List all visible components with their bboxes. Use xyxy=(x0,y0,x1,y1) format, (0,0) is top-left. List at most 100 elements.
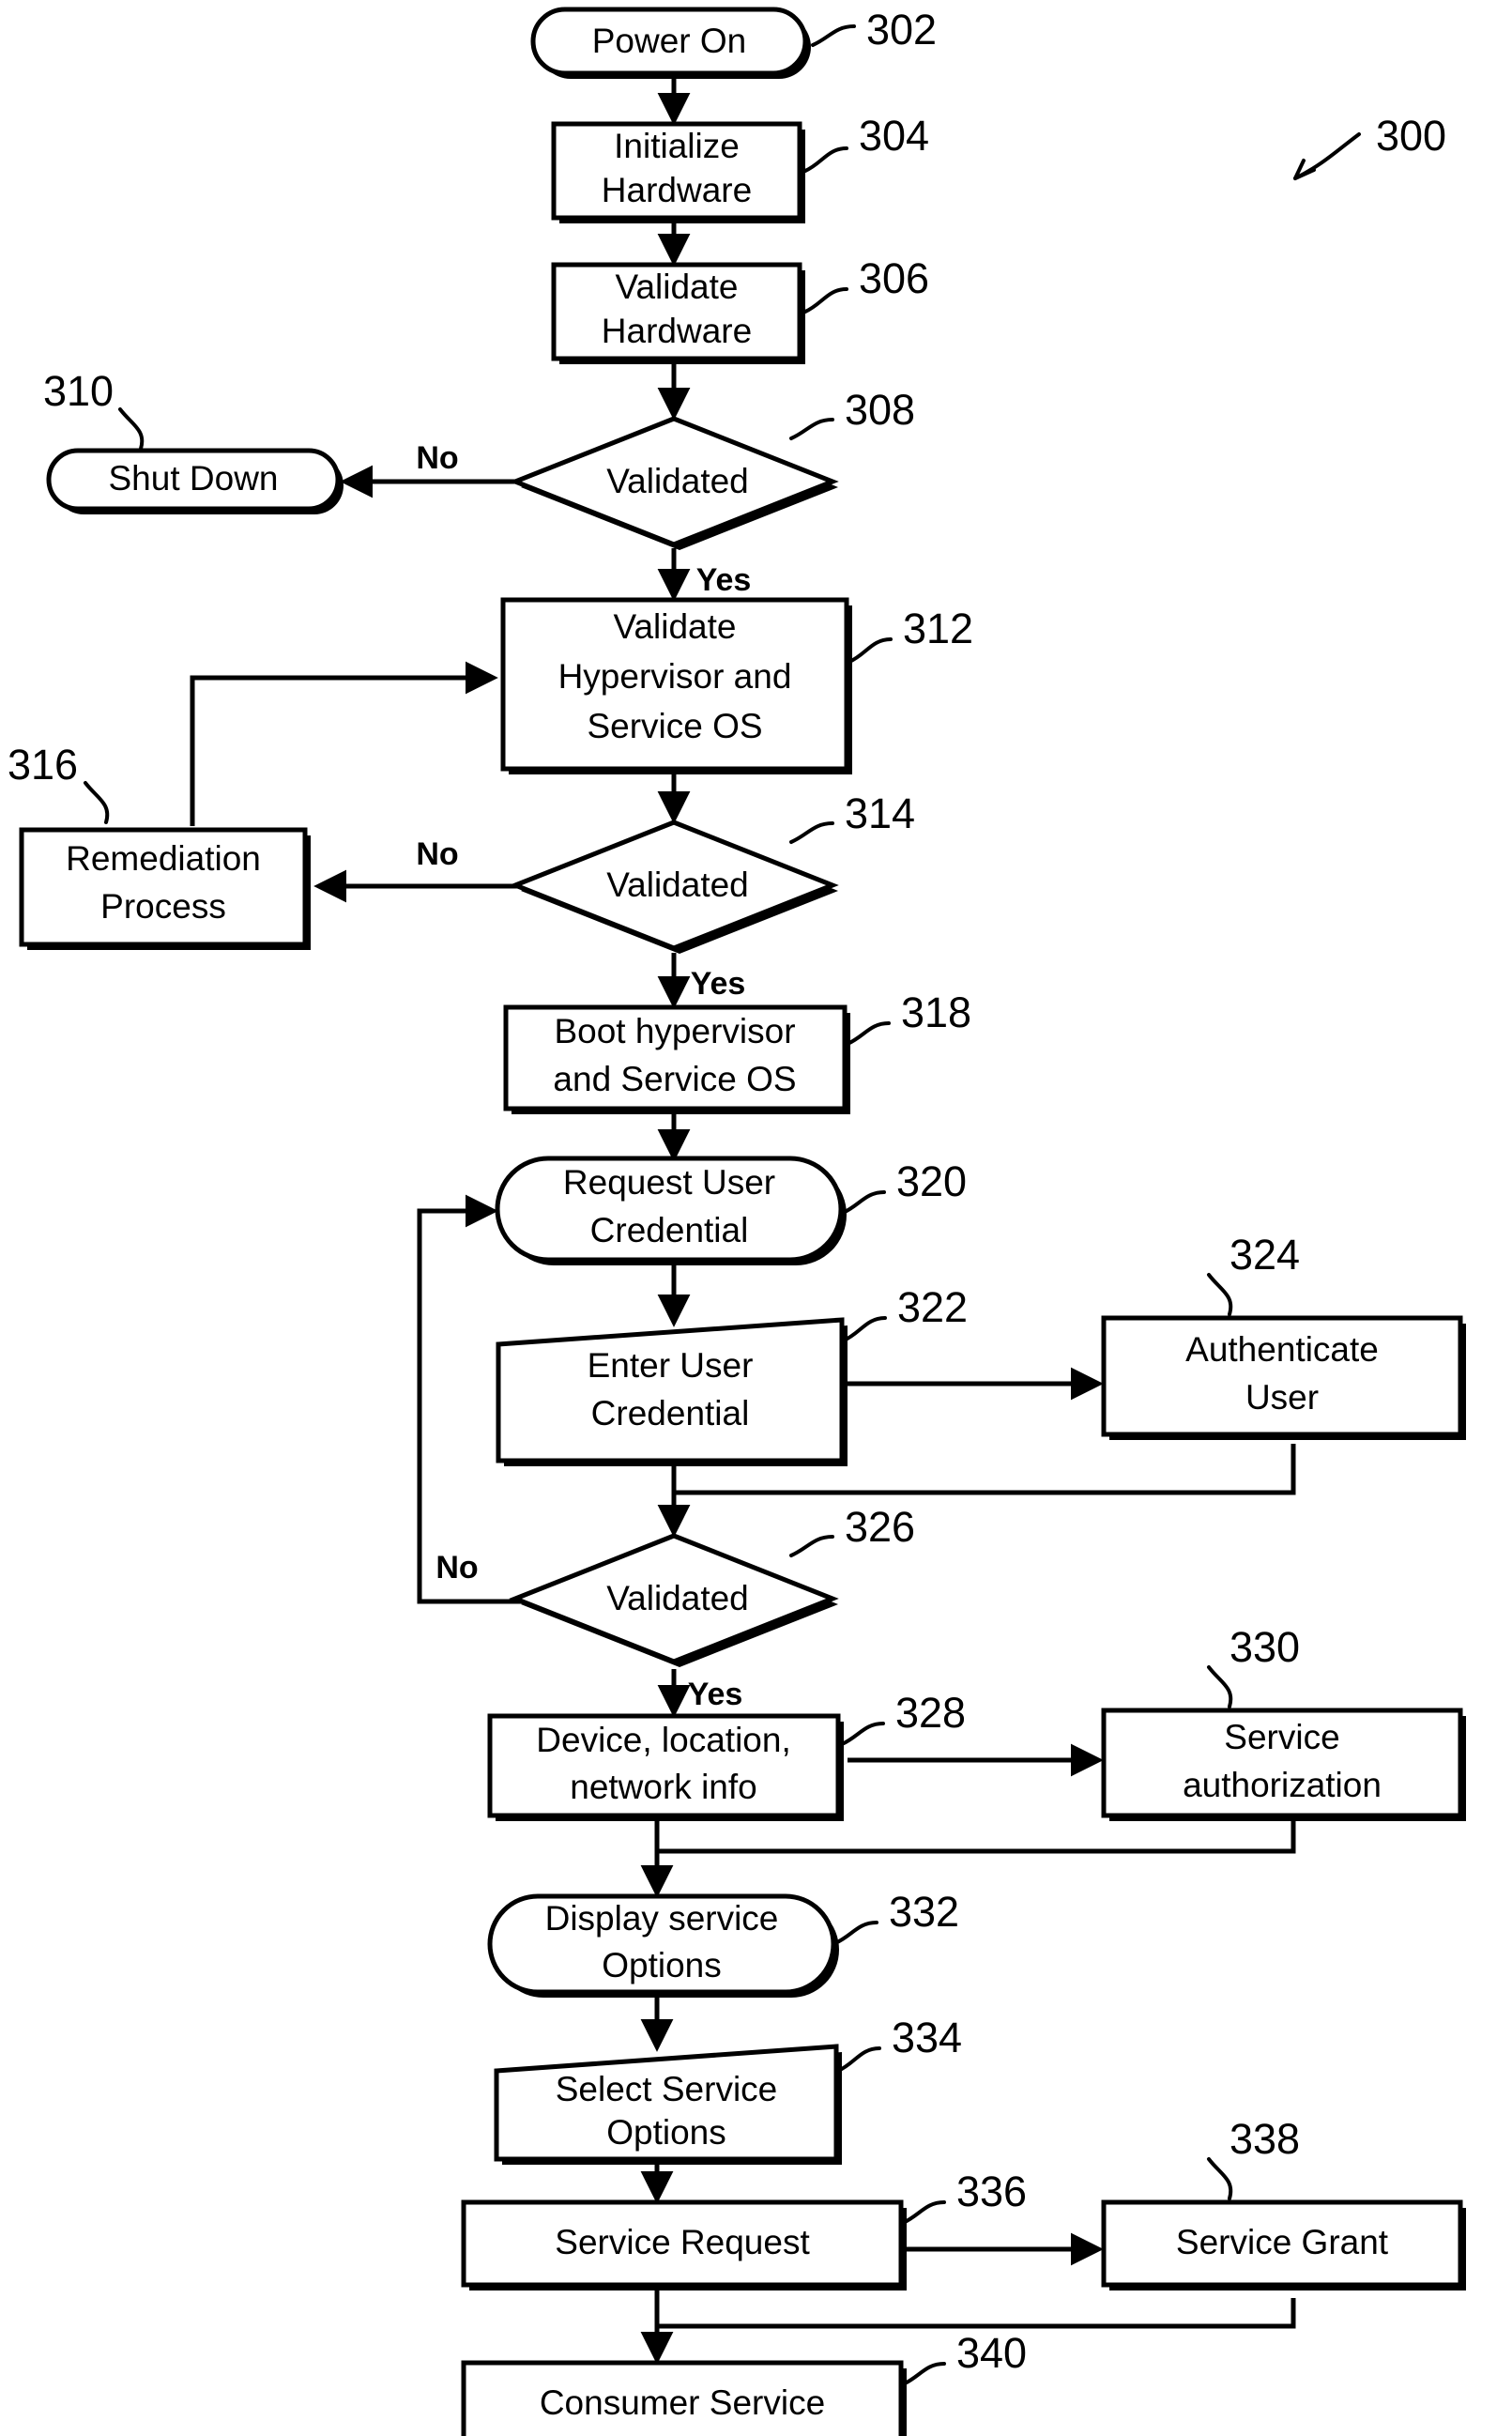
node-322-enter-user-credential[interactable]: Enter User Credential xyxy=(496,1317,848,1466)
node-304-label-line2: Hardware xyxy=(602,171,752,209)
leader-314 xyxy=(789,821,834,844)
ref-numeral-304: 304 xyxy=(859,112,929,160)
node-318-label-line1: Boot hypervisor xyxy=(554,1012,795,1050)
node-328-label-line1: Device, location, xyxy=(536,1721,790,1759)
node-322-label-line1: Enter User xyxy=(588,1346,754,1385)
node-312-label-line2: Hypervisor and xyxy=(558,657,792,696)
ref-numeral-300: 300 xyxy=(1376,112,1446,160)
node-302-power-on[interactable]: Power On xyxy=(530,7,811,79)
ref-numeral-338: 338 xyxy=(1229,2115,1300,2163)
node-310-shut-down[interactable]: Shut Down xyxy=(46,448,344,514)
leader-300-arrowhead xyxy=(1293,159,1316,180)
ref-numeral-312: 312 xyxy=(903,605,973,652)
leader-318 xyxy=(846,1021,891,1046)
leader-330 xyxy=(1207,1665,1233,1708)
node-324-authenticate-user[interactable]: Authenticate User xyxy=(1101,1315,1466,1440)
edge-330-332 xyxy=(640,1816,1296,1898)
leader-312 xyxy=(848,637,893,664)
edge-label-no-314: No xyxy=(416,836,458,872)
node-320-label-line2: Credential xyxy=(590,1211,749,1249)
ref-numeral-302: 302 xyxy=(866,6,937,54)
node-340-label: Consumer Service xyxy=(540,2383,825,2422)
ref-numeral-314: 314 xyxy=(845,789,915,837)
edge-316-312-feedback xyxy=(190,661,498,826)
node-304-initialize-hardware[interactable]: Initialize Hardware xyxy=(551,121,805,223)
node-334-select-service-options[interactable]: Select Service Options xyxy=(494,2044,842,2165)
ref-numeral-316: 316 xyxy=(8,741,78,789)
node-306-validate-hardware[interactable]: Validate Hardware xyxy=(551,262,805,364)
edge-label-yes-326: Yes xyxy=(688,1677,743,1712)
node-330-label-line2: authorization xyxy=(1183,1766,1382,1804)
node-308-label: Validated xyxy=(606,462,749,500)
leader-326 xyxy=(789,1535,834,1557)
leader-322 xyxy=(842,1316,887,1342)
leader-334 xyxy=(836,2046,881,2073)
leader-302 xyxy=(811,24,856,47)
ref-numeral-306: 306 xyxy=(859,254,929,302)
flowchart-figure: Power On Initialize Hardware Validate Ha… xyxy=(0,0,1512,2436)
node-334-label-line2: Options xyxy=(606,2113,726,2152)
ref-numeral-308: 308 xyxy=(845,386,915,434)
node-336-service-request[interactable]: Service Request xyxy=(461,2199,907,2290)
ref-numeral-310: 310 xyxy=(43,367,114,415)
ref-numeral-322: 322 xyxy=(897,1283,968,1331)
edge-label-no-308: No xyxy=(416,440,458,476)
ref-numeral-328: 328 xyxy=(895,1689,966,1737)
leader-324 xyxy=(1207,1273,1233,1316)
node-312-label-line1: Validate xyxy=(614,607,737,646)
node-316-remediation-process[interactable]: Remediation Process xyxy=(19,827,311,950)
node-318-label-line2: and Service OS xyxy=(553,1060,796,1098)
node-306-label-line2: Hardware xyxy=(602,312,752,350)
leader-300 xyxy=(1293,132,1361,180)
node-336-label: Service Request xyxy=(555,2223,810,2261)
node-332-label-line2: Options xyxy=(602,1946,722,1984)
leader-310 xyxy=(118,407,145,451)
node-338-service-grant[interactable]: Service Grant xyxy=(1101,2199,1466,2290)
node-310-label: Shut Down xyxy=(109,459,279,498)
node-316-label-line1: Remediation xyxy=(66,839,261,878)
node-314-label: Validated xyxy=(606,866,749,904)
leader-328 xyxy=(840,1722,885,1746)
ref-numeral-320: 320 xyxy=(896,1157,967,1205)
node-322-label-line2: Credential xyxy=(591,1394,750,1432)
leader-340 xyxy=(901,2362,946,2386)
node-304-label-line1: Initialize xyxy=(614,127,740,165)
node-320-label-line1: Request User xyxy=(563,1163,775,1202)
node-338-label: Service Grant xyxy=(1176,2223,1389,2261)
node-334-label-line1: Select Service xyxy=(556,2070,778,2108)
node-340-consumer-service[interactable]: Consumer Service xyxy=(461,2360,907,2436)
ref-numeral-332: 332 xyxy=(889,1888,959,1936)
node-328-device-location-network-info[interactable]: Device, location, network info xyxy=(487,1713,844,1821)
ref-numeral-326: 326 xyxy=(845,1503,915,1551)
ref-numeral-334: 334 xyxy=(892,2014,962,2061)
edge-label-yes-308: Yes xyxy=(696,562,752,598)
node-330-label-line1: Service xyxy=(1224,1718,1339,1756)
node-326-label: Validated xyxy=(606,1579,749,1617)
node-320-request-user-credential[interactable]: Request User Credential xyxy=(495,1156,847,1265)
leader-316 xyxy=(84,781,110,824)
ref-numeral-324: 324 xyxy=(1229,1231,1300,1279)
node-306-label-line1: Validate xyxy=(616,268,739,306)
ref-numeral-340: 340 xyxy=(956,2329,1027,2377)
leader-308 xyxy=(789,418,834,440)
node-324-label-line2: User xyxy=(1245,1378,1319,1417)
node-332-label-line1: Display service xyxy=(545,1899,779,1938)
ref-numeral-318: 318 xyxy=(901,988,971,1036)
node-312-validate-hypervisor-service-os[interactable]: Validate Hypervisor and Service OS xyxy=(500,597,852,774)
edge-label-no-326: No xyxy=(435,1550,478,1586)
ref-numeral-336: 336 xyxy=(956,2168,1027,2215)
leader-336 xyxy=(901,2200,946,2225)
node-322-shape xyxy=(496,1317,845,1463)
leader-320 xyxy=(841,1190,886,1215)
leader-332 xyxy=(833,1921,878,1945)
node-316-label-line2: Process xyxy=(100,887,226,926)
leader-304 xyxy=(803,146,848,173)
node-324-label-line1: Authenticate xyxy=(1185,1330,1379,1369)
leader-338 xyxy=(1207,2157,1233,2200)
node-318-boot-hypervisor[interactable]: Boot hypervisor and Service OS xyxy=(503,1004,850,1114)
node-328-label-line2: network info xyxy=(570,1768,757,1806)
ref-numeral-330: 330 xyxy=(1229,1623,1300,1671)
node-330-service-authorization[interactable]: Service authorization xyxy=(1101,1708,1466,1821)
leader-306 xyxy=(803,287,848,314)
node-332-display-service-options[interactable]: Display service Options xyxy=(487,1893,839,1998)
